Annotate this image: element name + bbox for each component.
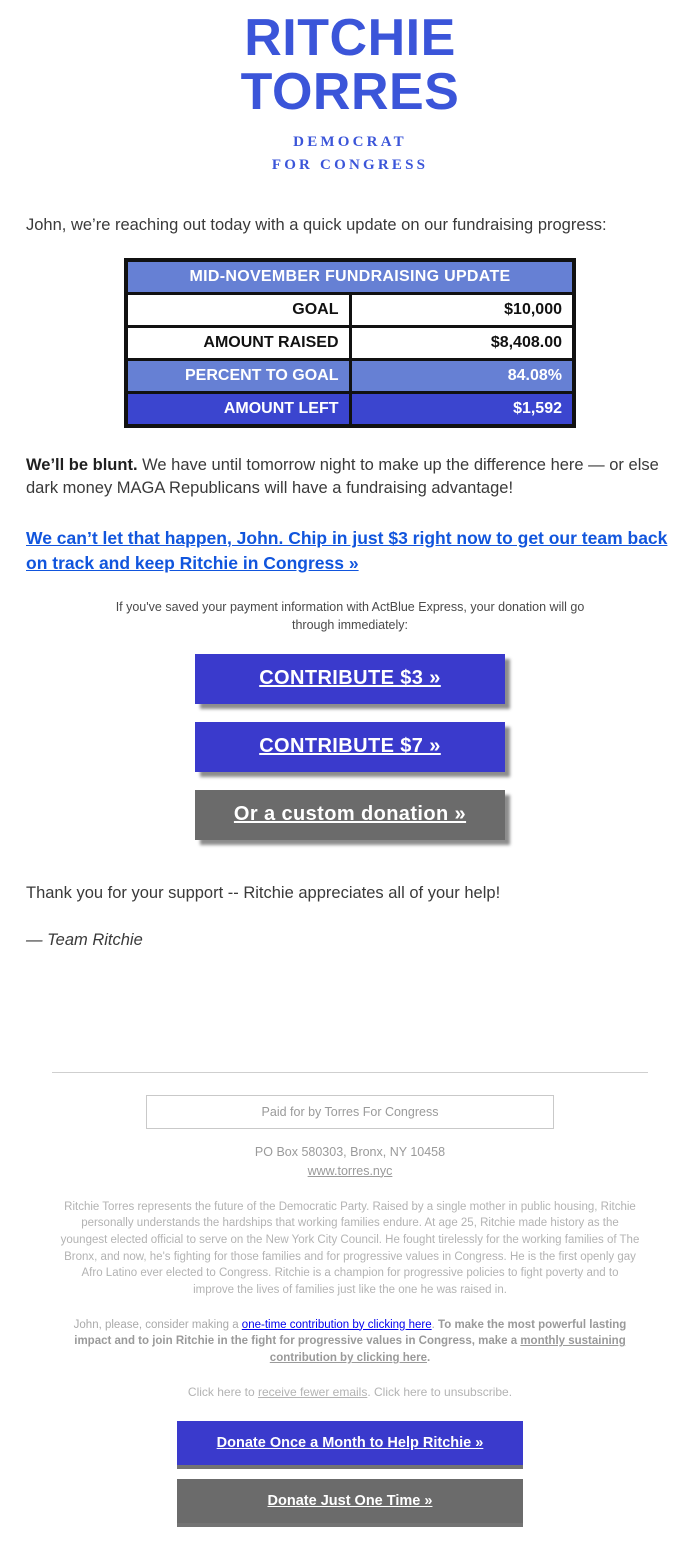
table-cell-value: $1,592 xyxy=(348,391,576,428)
unsub-text-part2: . Click here to unsubscribe. xyxy=(367,1384,513,1399)
mailing-address: PO Box 580303, Bronx, NY 10458 xyxy=(254,1145,446,1159)
logo-name-line1: RITCHIE xyxy=(244,9,456,67)
table-row: PERCENT TO GOAL 84.08% xyxy=(124,358,576,395)
logo-tagline-line2: FOR CONGRESS xyxy=(271,156,429,173)
contribute-3-button[interactable]: CONTRIBUTE $3 » xyxy=(195,653,505,704)
logo-name-line2: TORRES xyxy=(240,62,460,121)
table-header-cell: MID-NOVEMBER FUNDRAISING UPDATE xyxy=(124,258,576,296)
table-row: AMOUNT RAISED $8,408.00 xyxy=(124,325,576,362)
table-cell-label: PERCENT TO GOAL xyxy=(124,358,352,395)
email-masthead: RITCHIE TORRES DEMOCRAT FOR CONGRESS xyxy=(0,0,700,176)
table-cell-value: $8,408.00 xyxy=(348,325,576,362)
mailing-address-block: PO Box 580303, Bronx, NY 10458 www.torre… xyxy=(0,1143,700,1181)
unsub-text-part1: Click here to xyxy=(187,1384,258,1399)
thank-you-text: Thank you for your support -- Ritchie ap… xyxy=(26,883,501,902)
email-footer: Paid for by Torres For Congress PO Box 5… xyxy=(0,1060,700,1523)
footer-divider xyxy=(52,1072,648,1073)
donate-once-button[interactable]: Donate Just One Time » xyxy=(177,1478,523,1523)
pitch-paragraph: We’ll be blunt. We have until tomorrow n… xyxy=(26,454,674,500)
logo-tagline-line1: DEMOCRAT xyxy=(293,134,407,151)
table-row: AMOUNT LEFT $1,592 xyxy=(124,391,576,428)
table-cell-label: AMOUNT RAISED xyxy=(124,325,352,362)
table-row: GOAL $10,000 xyxy=(124,292,576,329)
fundraising-table: MID-NOVEMBER FUNDRAISING UPDATE GOAL $10… xyxy=(124,258,576,429)
donate-monthly-button[interactable]: Donate Once a Month to Help Ritchie » xyxy=(177,1420,523,1465)
fewer-emails-link[interactable]: receive fewer emails xyxy=(258,1385,367,1399)
actblue-express-note: If you've saved your payment information… xyxy=(115,599,585,632)
pitch-lead-in: We’ll be blunt. xyxy=(26,456,138,475)
table-cell-value: 84.08% xyxy=(348,358,576,395)
fundraising-table-wrapper: MID-NOVEMBER FUNDRAISING UPDATE GOAL $10… xyxy=(26,258,674,429)
greeting-text: John, we’re reaching out today with a qu… xyxy=(26,216,607,235)
ask-text-part1: John, please, consider making a xyxy=(73,1318,242,1331)
website-link[interactable]: www.torres.nyc xyxy=(308,1164,393,1178)
candidate-bio: Ritchie Torres represents the future of … xyxy=(60,1200,640,1296)
cta-button-group: CONTRIBUTE $3 » CONTRIBUTE $7 » Or a cus… xyxy=(26,653,674,840)
ask-text-end: . xyxy=(426,1351,431,1364)
one-time-contribution-link[interactable]: one-time contribution by clicking here xyxy=(242,1319,432,1331)
signoff-text: — Team Ritchie xyxy=(26,930,143,949)
table-header-row: MID-NOVEMBER FUNDRAISING UPDATE xyxy=(124,258,576,296)
contribution-ask-paragraph: John, please, consider making a one-time… xyxy=(60,1317,640,1367)
email-body: John, we’re reaching out today with a qu… xyxy=(0,214,700,950)
chip-in-link[interactable]: We can’t let that happen, John. Chip in … xyxy=(26,526,674,576)
table-cell-label: AMOUNT LEFT xyxy=(124,391,352,428)
unsubscribe-paragraph: Click here to receive fewer emails. Clic… xyxy=(0,1385,700,1399)
paid-for-disclaimer: Paid for by Torres For Congress xyxy=(146,1095,554,1129)
contribute-7-button[interactable]: CONTRIBUTE $7 » xyxy=(195,721,505,772)
footer-button-group: Donate Once a Month to Help Ritchie » Do… xyxy=(0,1420,700,1523)
custom-donation-button[interactable]: Or a custom donation » xyxy=(195,789,505,840)
table-cell-value: $10,000 xyxy=(348,292,576,329)
table-cell-label: GOAL xyxy=(124,292,352,329)
